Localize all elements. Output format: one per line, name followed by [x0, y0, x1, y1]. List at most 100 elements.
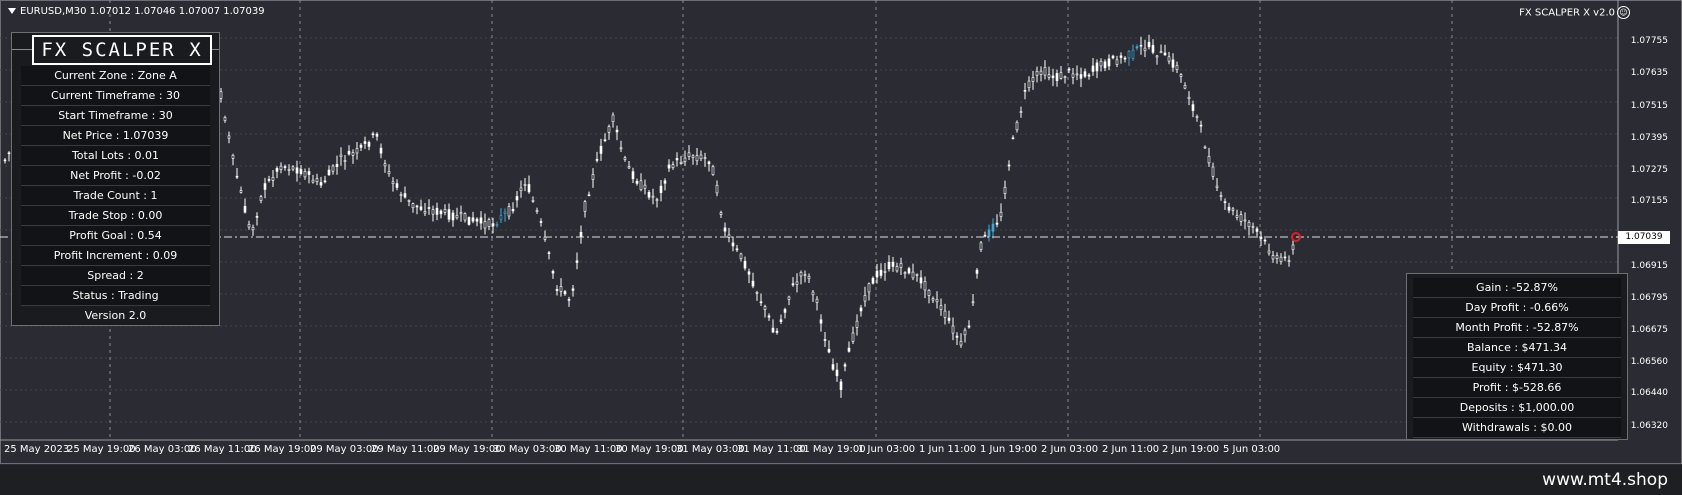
time-axis-label: 1 Jun 11:00 — [919, 444, 977, 455]
candle-body — [511, 208, 515, 212]
stat-net-profit: Net Profit : -0.02 — [21, 166, 210, 186]
candle-body — [947, 317, 951, 321]
candle-body — [343, 160, 347, 162]
candle-body — [1287, 260, 1291, 262]
time-axis-label: 30 May 19:00 — [615, 444, 684, 455]
candle-body — [879, 269, 883, 276]
time-axis-label: 30 May 11:00 — [554, 444, 623, 455]
stat-status: Status : Trading — [21, 286, 210, 306]
time-axis-label: 2 Jun 19:00 — [1162, 444, 1220, 455]
candle-body — [395, 183, 399, 188]
candle-body — [347, 150, 351, 155]
candle-body — [679, 162, 683, 164]
candle-body — [1019, 111, 1023, 113]
candle-body — [355, 148, 359, 154]
candle-body — [1267, 250, 1271, 254]
candle-body — [843, 364, 847, 367]
candle-body — [1171, 59, 1175, 68]
candle-body — [231, 154, 235, 159]
candle-body — [971, 301, 975, 304]
candle-body — [1275, 255, 1279, 259]
candle-body — [315, 178, 319, 182]
time-axis-label: 26 May 19:00 — [248, 444, 317, 455]
price-axis-label: 1.07275 — [1630, 165, 1668, 175]
candle-body — [1023, 90, 1027, 92]
candle-body — [451, 212, 455, 221]
candle-body — [1279, 256, 1283, 262]
account-stats-panel: Gain : -52.87% Day Profit : -0.66% Month… — [1406, 273, 1628, 440]
candle-body — [887, 261, 891, 270]
stat-total-lots: Total Lots : 0.01 — [21, 146, 210, 166]
stat-balance: Balance : $471.34 — [1413, 338, 1621, 358]
candle-body — [1087, 74, 1091, 77]
version-label: Version 2.0 — [84, 309, 147, 322]
candle-body — [387, 171, 391, 174]
price-axis-label: 1.07155 — [1630, 196, 1668, 206]
candle-body — [987, 229, 991, 237]
candle-body — [1207, 156, 1211, 164]
candle-body — [631, 171, 635, 180]
stat-gain: Gain : -52.87% — [1413, 278, 1621, 298]
price-axis-label: 1.06795 — [1630, 293, 1668, 303]
candle-body — [991, 223, 995, 232]
candle-body — [967, 325, 971, 328]
candle-body — [1011, 137, 1015, 140]
candle-body — [411, 203, 415, 209]
candle-body — [327, 169, 331, 176]
candle-body — [619, 147, 623, 150]
candle-body — [1039, 70, 1043, 75]
candle-body — [1191, 104, 1195, 111]
candle-body — [539, 221, 543, 223]
candle-body — [975, 269, 979, 274]
ea-stats-list: Current Zone : Zone A Current Timeframe … — [21, 66, 210, 306]
candle-body — [455, 215, 459, 219]
candle-body — [239, 190, 243, 193]
candle-body — [271, 177, 275, 181]
price-axis-label: 1.07515 — [1630, 101, 1668, 111]
candle-body — [1015, 121, 1019, 131]
candle-body — [927, 289, 931, 296]
candle-body — [555, 289, 559, 291]
candle-body — [1107, 58, 1111, 67]
time-axis-label: 26 May 11:00 — [188, 444, 257, 455]
candle-body — [431, 209, 435, 215]
chart-area[interactable]: EURUSD,M30 1.07012 1.07046 1.07007 1.070… — [0, 0, 1682, 465]
candle-body — [339, 154, 343, 157]
candle-body — [1187, 96, 1191, 99]
candle-body — [291, 166, 295, 170]
candle-body — [1055, 73, 1059, 81]
candle-body — [1271, 255, 1275, 260]
candle-body — [563, 291, 567, 295]
candle-body — [919, 277, 923, 284]
candle-body — [687, 152, 691, 157]
dropdown-triangle-icon[interactable] — [8, 8, 16, 14]
candle-body — [571, 288, 575, 291]
candle-body — [955, 335, 959, 338]
candle-body — [1095, 62, 1099, 72]
candle-body — [299, 169, 303, 174]
candle-body — [311, 179, 315, 183]
candle-body — [1127, 51, 1131, 59]
price-axis-label: 1.07395 — [1630, 133, 1668, 143]
account-stats-list: Gain : -52.87% Day Profit : -0.66% Month… — [1413, 278, 1621, 438]
candle-body — [643, 184, 647, 189]
candle-body — [1235, 215, 1239, 218]
candle-body — [899, 263, 903, 268]
candle-body — [535, 210, 539, 212]
candle-body — [475, 218, 479, 222]
candle-body — [279, 165, 283, 170]
smiley-icon[interactable]: ☺ — [1617, 6, 1630, 19]
candle-body — [939, 305, 943, 310]
candle-body — [695, 155, 699, 162]
candle-body — [715, 184, 719, 194]
time-axis-label: 31 May 03:00 — [676, 444, 745, 455]
candle-body — [587, 194, 591, 197]
candle-body — [423, 211, 427, 214]
stat-trade-count: Trade Count : 1 — [21, 186, 210, 206]
candle-body — [267, 179, 271, 181]
candle-body — [671, 164, 675, 168]
candle-body — [795, 281, 799, 285]
candle-body — [519, 187, 523, 191]
candle-body — [1027, 80, 1031, 88]
price-axis-label: 1.07635 — [1630, 68, 1668, 78]
